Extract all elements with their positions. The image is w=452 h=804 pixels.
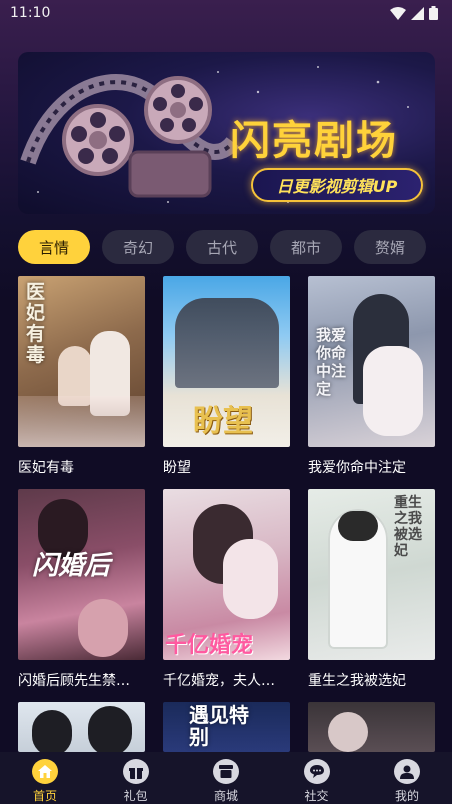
drama-poster[interactable]: 重生之我被选妃 [308, 489, 435, 660]
drama-poster[interactable]: 闪婚后 [18, 489, 145, 660]
chat-icon [303, 759, 330, 784]
bottom-nav: 首页 礼包 商城 社交 我的 [0, 752, 452, 804]
poster-title-text: 遇见特别 [189, 703, 249, 749]
drama-poster[interactable] [18, 702, 145, 752]
drama-card[interactable]: 闪婚后 闪婚后顾先生禁… [18, 489, 145, 690]
nav-label: 社交 [304, 789, 329, 803]
user-icon [394, 759, 420, 784]
home-icon [32, 759, 58, 784]
nav-label: 我的 [394, 789, 419, 803]
nav-gift[interactable]: 礼包 [105, 752, 167, 804]
poster-title-text: 重生之我被选妃 [394, 495, 422, 559]
nav-social[interactable]: 社交 [286, 752, 348, 804]
tab-fantasy[interactable]: 奇幻 [102, 230, 174, 264]
status-icons [390, 6, 438, 20]
drama-card[interactable]: 医妃有毒 医妃有毒 [18, 276, 145, 477]
drama-card[interactable]: 盼望 盼望 [163, 276, 290, 477]
drama-poster[interactable]: 千亿婚宠 [163, 489, 290, 660]
status-time: 11:10 [10, 5, 51, 21]
drama-poster[interactable] [308, 702, 435, 752]
poster-title-text: 千亿婚宠 [165, 632, 254, 658]
drama-card[interactable]: 遇见特别 [163, 702, 290, 752]
drama-title: 盼望 [163, 460, 191, 476]
promo-banner[interactable]: 闪亮剧场 日更影视剪辑UP [18, 52, 435, 214]
drama-card[interactable]: 我爱你命中注定 我爱你命中注定 [308, 276, 435, 477]
tab-urban[interactable]: 都市 [270, 230, 342, 264]
gift-icon [122, 759, 149, 784]
status-bar: 11:10 [0, 0, 452, 26]
signal-icon [411, 6, 424, 20]
banner-title: 闪亮剧场 [230, 118, 398, 164]
banner-subtitle-pill: 日更影视剪辑UP [251, 168, 423, 202]
drama-title: 重生之我被选妃 [308, 673, 406, 689]
poster-title-text: 医妃有毒 [26, 281, 46, 366]
category-tabs: 言情 奇幻 古代 都市 赘婿 [18, 230, 438, 264]
nav-home[interactable]: 首页 [14, 752, 76, 804]
drama-card[interactable] [18, 702, 145, 752]
nav-label: 礼包 [123, 789, 148, 803]
nav-store[interactable]: 商城 [195, 752, 257, 804]
poster-title-text: 闪婚后 [32, 551, 111, 581]
nav-label: 商城 [213, 789, 238, 803]
tab-son-in-law[interactable]: 赘婿 [354, 230, 426, 264]
drama-title: 我爱你命中注定 [308, 460, 406, 476]
store-icon [213, 759, 239, 784]
drama-card[interactable] [308, 702, 435, 752]
poster-title-text: 盼望 [193, 404, 253, 439]
tab-romance[interactable]: 言情 [18, 230, 90, 264]
wifi-icon [390, 6, 406, 20]
drama-poster[interactable]: 盼望 [163, 276, 290, 447]
drama-title: 闪婚后顾先生禁… [18, 673, 130, 689]
nav-label: 首页 [32, 789, 57, 803]
tab-ancient[interactable]: 古代 [186, 230, 258, 264]
drama-card[interactable]: 重生之我被选妃 重生之我被选妃 [308, 489, 435, 690]
drama-title: 医妃有毒 [18, 460, 74, 476]
drama-card[interactable]: 千亿婚宠 千亿婚宠，夫人… [163, 489, 290, 690]
nav-profile[interactable]: 我的 [376, 752, 438, 804]
drama-poster[interactable]: 我爱你命中注定 [308, 276, 435, 447]
drama-poster[interactable]: 医妃有毒 [18, 276, 145, 447]
drama-poster[interactable]: 遇见特别 [163, 702, 290, 752]
battery-icon [429, 6, 438, 20]
poster-title-text: 我爱你命中注定 [316, 326, 347, 398]
banner-subtitle: 日更影视剪辑UP [276, 177, 398, 196]
app-screen: 11:10 闪亮剧场 日更影视剪辑UP 言情 奇幻 古代 都市 赘婿 医妃有毒 … [0, 0, 452, 804]
drama-title: 千亿婚宠，夫人… [163, 673, 275, 689]
